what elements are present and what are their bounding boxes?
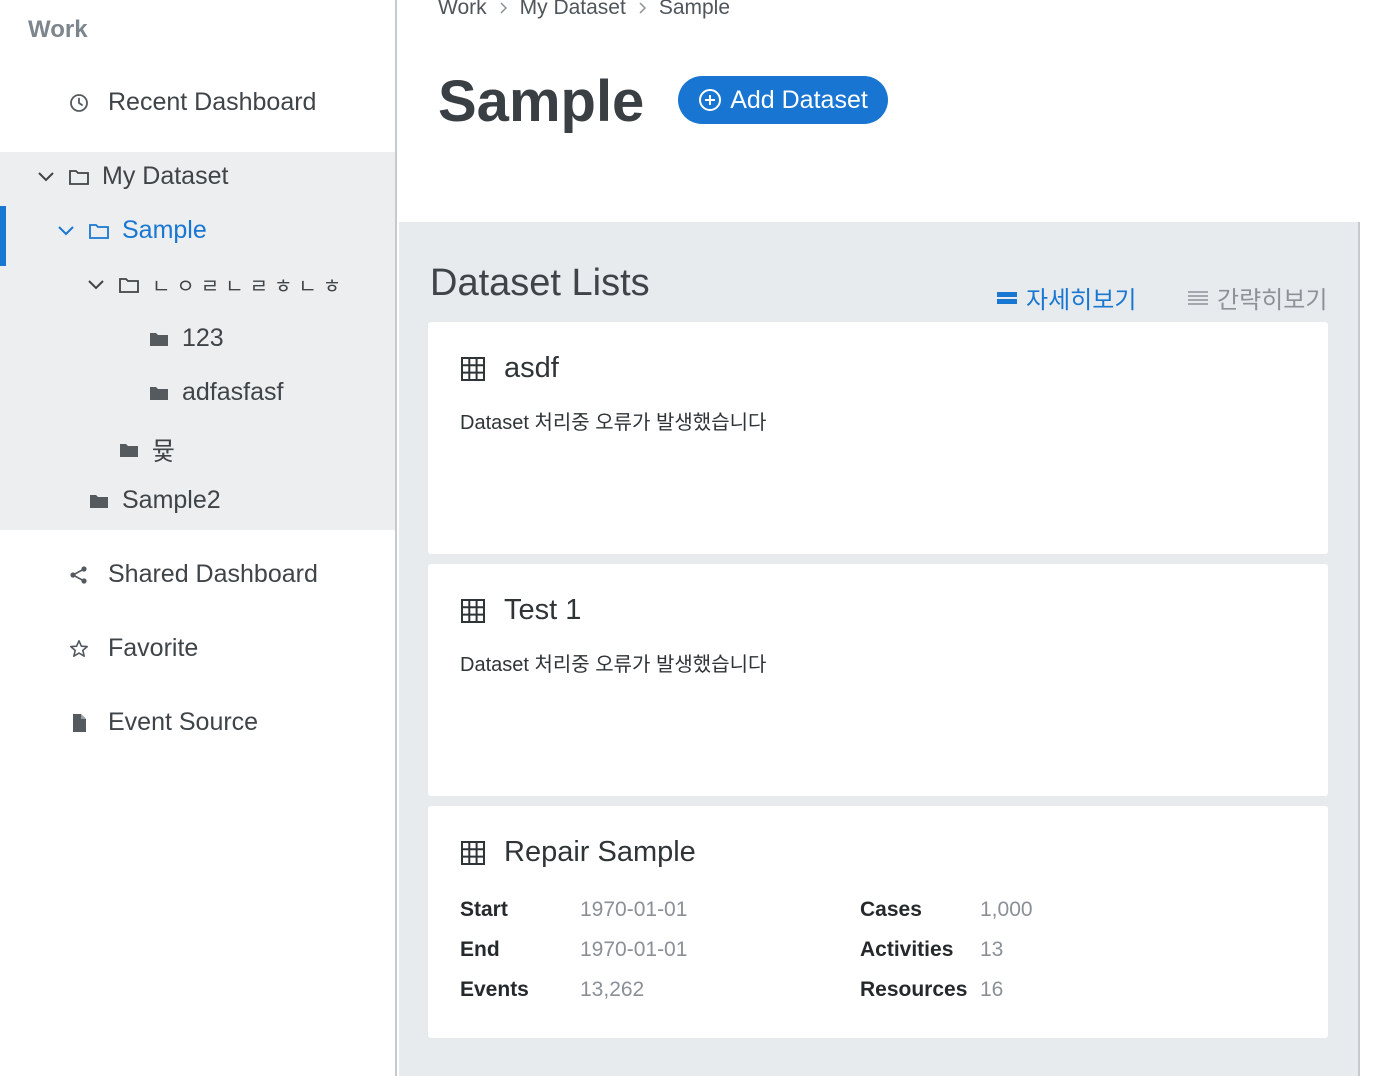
folder-outline-icon bbox=[118, 274, 140, 296]
dataset-name[interactable]: Test 1 bbox=[504, 594, 581, 627]
dataset-card[interactable]: Test 1 Dataset 처리중 오류가 발생했습니다 bbox=[428, 564, 1328, 796]
tree-item-label: Sample2 bbox=[122, 486, 221, 514]
stat-start-value: 1970-01-01 bbox=[580, 898, 688, 921]
folder-filled-icon bbox=[148, 382, 170, 404]
chevron-down-icon[interactable] bbox=[56, 221, 76, 241]
add-dataset-label: Add Dataset bbox=[730, 85, 868, 114]
tree-item-adfasfasf[interactable]: adfasfasf bbox=[148, 378, 283, 407]
active-indicator bbox=[0, 206, 6, 266]
chevron-down-icon[interactable] bbox=[86, 275, 106, 295]
table-grid-icon bbox=[460, 840, 486, 866]
breadcrumb-item-sample[interactable]: Sample bbox=[659, 0, 730, 20]
stat-activities-label: Activities bbox=[860, 938, 954, 961]
dataset-name[interactable]: Repair Sample bbox=[504, 836, 696, 869]
view-detail-toggle[interactable]: 자세히보기 bbox=[996, 280, 1136, 315]
sidebar-item-label: Event Source bbox=[108, 708, 259, 736]
folder-outline-icon bbox=[68, 166, 90, 188]
folder-filled-icon bbox=[118, 439, 140, 461]
stat-events-label: Events bbox=[460, 978, 529, 1001]
breadcrumb-item-work[interactable]: Work bbox=[438, 0, 487, 20]
stat-cases-label: Cases bbox=[860, 898, 922, 921]
tree-item-label: My Dataset bbox=[102, 162, 229, 190]
dataset-error-message: Dataset 처리중 오류가 발생했습니다 bbox=[460, 412, 767, 434]
folder-outline-icon bbox=[88, 220, 110, 242]
folder-filled-icon bbox=[148, 328, 170, 350]
chevron-right-icon bbox=[499, 1, 508, 15]
breadcrumb-item-my-dataset[interactable]: My Dataset bbox=[520, 0, 626, 20]
tree-item-myuj[interactable]: 뮻 bbox=[118, 432, 175, 468]
sidebar-item-shared-dashboard[interactable]: Shared Dashboard bbox=[68, 560, 318, 589]
tree-item-label: 뮻 bbox=[152, 438, 176, 466]
view-simple-toggle[interactable]: 간략히보기 bbox=[1187, 280, 1327, 315]
detail-view-icon bbox=[996, 290, 1018, 306]
star-icon bbox=[68, 638, 90, 660]
sidebar-item-favorite[interactable]: Favorite bbox=[68, 634, 198, 663]
clock-icon bbox=[68, 92, 90, 114]
dataset-name[interactable]: asdf bbox=[504, 352, 559, 385]
section-title: Dataset Lists bbox=[430, 262, 650, 304]
folder-filled-icon bbox=[88, 490, 110, 512]
sidebar-heading: Work bbox=[28, 16, 88, 43]
share-icon bbox=[68, 564, 90, 586]
breadcrumb: Work My Dataset Sample bbox=[438, 0, 730, 20]
stat-end-label: End bbox=[460, 938, 500, 961]
table-grid-icon bbox=[460, 598, 486, 624]
tree-item-label: adfasfasf bbox=[182, 378, 284, 406]
tree-item-sample2[interactable]: Sample2 bbox=[88, 486, 221, 515]
tree-item-123[interactable]: 123 bbox=[148, 324, 224, 353]
stat-resources-value: 16 bbox=[980, 978, 1004, 1001]
sidebar-item-label: Shared Dashboard bbox=[108, 560, 318, 588]
page-title: Sample bbox=[438, 69, 645, 134]
stat-activities-value: 13 bbox=[980, 938, 1004, 961]
dataset-card-header: asdf bbox=[460, 352, 559, 385]
view-simple-label: 간략히보기 bbox=[1217, 287, 1328, 314]
chevron-down-icon[interactable] bbox=[36, 167, 56, 187]
stat-resources-label: Resources bbox=[860, 978, 968, 1001]
sidebar-item-event-source[interactable]: Event Source bbox=[68, 708, 258, 737]
sidebar-item-label: Favorite bbox=[108, 634, 199, 662]
sidebar-item-recent-dashboard[interactable]: Recent Dashboard bbox=[68, 88, 316, 117]
stat-end-value: 1970-01-01 bbox=[580, 938, 688, 961]
tree-item-label: 123 bbox=[182, 324, 224, 352]
scrollbar-track[interactable] bbox=[1358, 222, 1378, 1076]
tree-item-my-dataset[interactable]: My Dataset bbox=[36, 162, 228, 191]
list-view-icon bbox=[1187, 290, 1209, 306]
stat-start-label: Start bbox=[460, 898, 508, 921]
tree-item-sample[interactable]: Sample bbox=[56, 216, 207, 245]
dataset-card-header: Test 1 bbox=[460, 594, 581, 627]
plus-circle-icon bbox=[698, 88, 722, 112]
stat-events-value: 13,262 bbox=[580, 978, 645, 1001]
dataset-error-message: Dataset 처리중 오류가 발생했습니다 bbox=[460, 654, 767, 676]
dataset-card-header: Repair Sample bbox=[460, 836, 696, 869]
add-dataset-button[interactable]: Add Dataset bbox=[678, 76, 888, 124]
tree-item-label: ㄴㅇㄹㄴㄹㅎㄴㅎ bbox=[152, 276, 348, 298]
stat-cases-value: 1,000 bbox=[980, 898, 1033, 921]
table-grid-icon bbox=[460, 356, 486, 382]
dataset-card[interactable]: Repair Sample Start 1970-01-01 End 1970-… bbox=[428, 806, 1328, 1038]
sidebar-item-label: Recent Dashboard bbox=[108, 88, 317, 116]
tree-item-label: Sample bbox=[122, 216, 207, 244]
document-icon bbox=[68, 712, 90, 734]
sidebar: Work Recent Dashboard My Dataset Sample bbox=[0, 0, 397, 1076]
dataset-card[interactable]: asdf Dataset 처리중 오류가 발생했습니다 bbox=[428, 322, 1328, 554]
tree-item-korean-folder[interactable]: ㄴㅇㄹㄴㄹㅎㄴㅎ bbox=[86, 270, 347, 299]
view-detail-label: 자세히보기 bbox=[1026, 287, 1137, 314]
chevron-right-icon bbox=[638, 1, 647, 15]
